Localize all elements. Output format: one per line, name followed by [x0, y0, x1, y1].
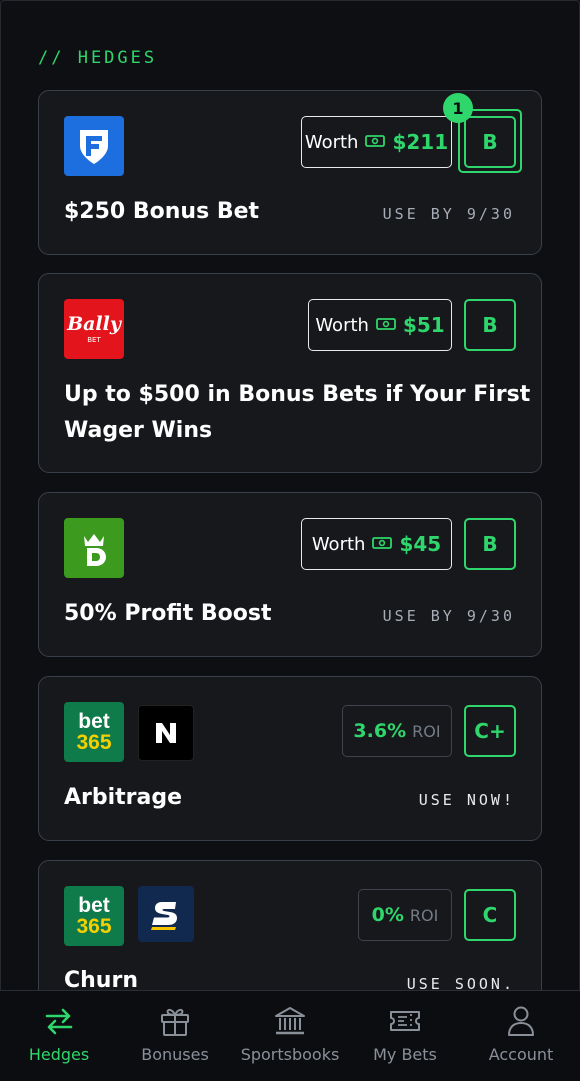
user-icon	[508, 1006, 534, 1036]
swap-arrows-icon	[45, 1008, 73, 1035]
roi-value: 0%	[371, 904, 404, 926]
grade-button[interactable]: C	[464, 889, 516, 941]
tab-account[interactable]: Account	[463, 991, 579, 1081]
worth-amount: $211	[392, 130, 449, 154]
grade-button[interactable]: B	[464, 116, 516, 168]
card-title: 50% Profit Boost	[64, 601, 272, 626]
roi-value: 3.6%	[353, 720, 407, 742]
worth-amount: $51	[402, 313, 445, 337]
hedge-card-draftkings[interactable]: Worth $45 B 50% Profit Boost USE BY 9/30	[38, 492, 542, 657]
worth-pill: Worth $211	[301, 116, 452, 168]
hedge-card-fanduel[interactable]: Worth $211 B 1 $250 Bonus Bet USE BY 9/3…	[38, 90, 542, 255]
card-title-line-1: Up to $500 in Bonus Bets if Your First	[64, 382, 531, 407]
novig-logo	[138, 705, 194, 761]
ticket-icon	[390, 1011, 420, 1031]
bet365-logo-bottom: 365	[76, 915, 112, 938]
grade-button[interactable]: B	[464, 299, 516, 351]
use-by-label: USE BY 9/30	[382, 607, 515, 625]
worth-pill: Worth $51	[308, 299, 452, 351]
bottom-tab-bar: Hedges Bonuses Sportsbooks My Bets Accou…	[0, 990, 580, 1081]
draftkings-logo	[64, 518, 124, 578]
card-title: Arbitrage	[64, 785, 183, 810]
roi-unit: ROI	[412, 721, 441, 741]
cash-icon	[372, 534, 393, 555]
grade-button[interactable]: C+	[464, 705, 516, 757]
tab-label: Hedges	[28, 1045, 90, 1064]
tab-my-bets[interactable]: My Bets	[347, 991, 463, 1081]
bet365-logo-top: bet	[78, 710, 110, 733]
bet365-logo-bottom: 365	[76, 731, 112, 754]
tab-sportsbooks[interactable]: Sportsbooks	[232, 991, 348, 1081]
bally-logo-subtext: BET	[87, 335, 101, 344]
gift-icon	[161, 1008, 189, 1036]
bally-logo-text: Bally	[67, 312, 121, 335]
tab-label: Account	[488, 1045, 554, 1064]
step-badge: 1	[443, 93, 473, 123]
tab-bonuses[interactable]: Bonuses	[117, 991, 233, 1081]
card-title: $250 Bonus Bet	[64, 199, 260, 224]
bally-bet-logo: Bally BET	[64, 299, 124, 359]
bet365-logo: bet 365	[64, 886, 124, 946]
worth-amount: $45	[399, 532, 442, 556]
sports-illustrated-logo	[138, 886, 194, 942]
hedge-card-arbitrage[interactable]: bet 365 3.6% ROI C+ Arbitrage USE NOW!	[38, 676, 542, 841]
hedge-card-bally[interactable]: Bally BET Worth $51 B Up to $500 in Bonu…	[38, 273, 542, 473]
worth-label: Worth	[311, 533, 366, 555]
tab-label: Bonuses	[141, 1045, 209, 1064]
tab-hedges[interactable]: Hedges	[1, 991, 117, 1081]
use-by-label: USE BY 9/30	[382, 205, 515, 223]
bet365-logo-top: bet	[78, 894, 110, 917]
roi-pill: 0% ROI	[358, 889, 452, 941]
roi-unit: ROI	[409, 905, 439, 925]
grade-button[interactable]: B	[464, 518, 516, 570]
cash-icon	[365, 132, 386, 153]
fanduel-logo	[64, 116, 124, 176]
worth-label: Worth	[304, 131, 359, 153]
cash-icon	[376, 315, 396, 336]
section-title: // HEDGES	[38, 48, 158, 68]
card-title-line-2: Wager Wins	[64, 418, 213, 443]
bank-icon	[275, 1007, 305, 1035]
tab-label: My Bets	[373, 1045, 437, 1064]
roi-pill: 3.6% ROI	[342, 705, 452, 757]
tab-label: Sportsbooks	[240, 1045, 340, 1064]
bet365-logo: bet 365	[64, 702, 124, 762]
worth-pill: Worth $45	[301, 518, 452, 570]
worth-label: Worth	[315, 314, 369, 336]
use-by-label: USE NOW!	[418, 791, 515, 809]
